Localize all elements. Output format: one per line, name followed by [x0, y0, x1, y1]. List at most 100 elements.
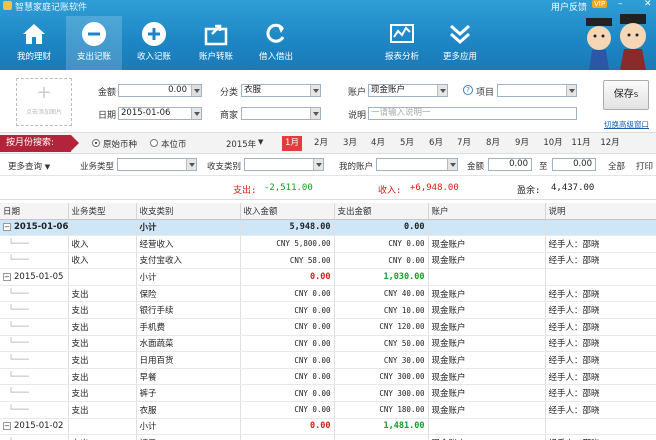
- help-icon[interactable]: ?: [463, 85, 473, 95]
- print-button[interactable]: 打印: [636, 160, 653, 172]
- calculator-icon[interactable]: [191, 85, 201, 96]
- merchant-dropdown-icon[interactable]: [310, 108, 320, 119]
- report-icon: [390, 24, 414, 43]
- date-group-row[interactable]: −2015-01-06 小计 5,948.00 0.00: [0, 219, 656, 237]
- save-button[interactable]: 保存S: [603, 80, 649, 110]
- toolbar-home-button[interactable]: 我的理财: [6, 16, 62, 70]
- date-cell: └───: [0, 434, 69, 440]
- collapse-icon[interactable]: −: [3, 422, 11, 431]
- table-row[interactable]: └─── 支出 手机费 CNY 0.00 CNY 120.00 现金账户 经手人：邵晓: [0, 318, 656, 336]
- note-cell: 经手人：邵晓: [545, 351, 656, 369]
- toolbar-transfer-button[interactable]: 账户转账: [188, 16, 244, 70]
- add-photo-box[interactable]: + 点击添加图片: [16, 78, 72, 126]
- base-currency-radio[interactable]: [150, 139, 158, 147]
- year-selector[interactable]: 2015年: [226, 138, 256, 150]
- column-header[interactable]: 说明: [545, 203, 656, 220]
- biz-type-dropdown-icon[interactable]: [186, 159, 196, 170]
- month-tab[interactable]: 6月: [426, 136, 446, 151]
- type-cell: [68, 418, 137, 436]
- date-input[interactable]: 2015-01-06: [118, 107, 202, 120]
- group-date: 2015-01-06: [14, 222, 68, 233]
- collapse-icon[interactable]: −: [3, 223, 11, 232]
- toolbar-income-button[interactable]: 收入记账: [126, 16, 182, 70]
- account-dropdown-icon[interactable]: [437, 85, 447, 96]
- switch-advanced-window-link[interactable]: 切换高级窗口: [604, 119, 649, 130]
- title-bar: 智慧家庭记账软件 用户反馈 VIP – ✕: [0, 0, 656, 13]
- biz-type-select[interactable]: [117, 158, 197, 171]
- table-row[interactable]: └───支出裤子CNY 0.00CNY 484.00现金账户经手人：邵晓: [0, 434, 656, 440]
- note-cell: 经手人：邵晓: [545, 434, 656, 440]
- table-row[interactable]: └─── 支出 早餐 CNY 0.00 CNY 300.00 现金账户 经手人：邵晓: [0, 368, 656, 386]
- month-tab[interactable]: 11月: [569, 136, 593, 151]
- month-tab[interactable]: 3月: [340, 136, 360, 151]
- month-tab[interactable]: 10月: [541, 136, 565, 151]
- month-tab[interactable]: 7月: [454, 136, 474, 151]
- my-account-select[interactable]: [376, 158, 458, 171]
- column-header[interactable]: 日期: [0, 203, 69, 220]
- all-button[interactable]: 全部: [608, 160, 625, 172]
- column-header[interactable]: 账户: [428, 203, 546, 220]
- toolbar-income-label: 收入记账: [136, 52, 171, 62]
- month-tab[interactable]: 1月: [282, 136, 302, 151]
- category-cell: 支付宝收入: [136, 252, 241, 270]
- column-header[interactable]: 收入金额: [240, 203, 335, 220]
- month-tab[interactable]: 5月: [397, 136, 417, 151]
- table-row[interactable]: └─── 支出 银行手续 CNY 0.00 CNY 10.00 现金账户 经手人：邵晓: [0, 301, 656, 320]
- column-header[interactable]: 业务类型: [68, 203, 137, 220]
- month-tab[interactable]: 9月: [512, 136, 532, 151]
- table-row[interactable]: └─── 支出 保险 CNY 0.00 CNY 40.00 现金账户 经手人：邵晓: [0, 285, 656, 303]
- table-row[interactable]: └─── 支出 裤子 CNY 0.00 CNY 300.00 现金账户 经手人：邵晓: [0, 384, 656, 403]
- project-select[interactable]: [497, 84, 577, 97]
- category-filter-dropdown-icon[interactable]: [313, 159, 323, 170]
- column-header[interactable]: 支出金额: [334, 203, 429, 220]
- more-query-button[interactable]: 更多查询 ▼: [8, 160, 50, 172]
- to-label: 至: [539, 162, 548, 172]
- plus-icon: +: [36, 82, 52, 103]
- column-header[interactable]: 收支类别: [136, 203, 241, 220]
- expense-cell: CNY 0.00: [334, 235, 429, 253]
- date-cell: −2015-01-02: [0, 418, 69, 436]
- month-tab[interactable]: 12月: [598, 136, 622, 151]
- date-cell: └───: [0, 335, 69, 353]
- category-select[interactable]: 衣服: [241, 84, 321, 97]
- toolbar-report-button[interactable]: 报表分析: [374, 16, 430, 70]
- toolbar-loan-button[interactable]: 借入借出: [248, 16, 304, 70]
- category-filter-select[interactable]: [244, 158, 324, 171]
- table-row[interactable]: └─── 收入 经营收入 CNY 5,800.00 CNY 0.00 现金账户 经手人：邵晓: [0, 235, 656, 253]
- account-select[interactable]: 现金账户: [368, 84, 448, 97]
- expense-total-label: 支出:: [233, 186, 257, 196]
- my-account-dropdown-icon[interactable]: [447, 159, 457, 170]
- project-dropdown-icon[interactable]: [566, 85, 576, 96]
- table-row[interactable]: └─── 支出 水面蔬菜 CNY 0.00 CNY 50.00 现金账户 经手人：邵晓: [0, 335, 656, 353]
- toolbar-expense-button[interactable]: 支出记账: [66, 16, 122, 70]
- table-row[interactable]: └─── 支出 衣服 CNY 0.00 CNY 180.00 现金账户 经手人：邵晓: [0, 401, 656, 419]
- amount-to-input[interactable]: 0.00: [552, 158, 596, 171]
- month-tab[interactable]: 2月: [311, 136, 331, 151]
- year-dropdown-icon[interactable]: ▼: [258, 138, 263, 146]
- toolbar: 智慧家庭记账软件 用户反馈 VIP – ✕ 我的理财 支出记账 收入记账 账户转…: [0, 0, 656, 70]
- tree-connector: └───: [3, 305, 29, 316]
- category-label: 分类: [220, 88, 239, 98]
- income-cell: CNY 0.00: [240, 434, 335, 440]
- table-row[interactable]: └─── 收入 支付宝收入 CNY 58.00 CNY 0.00 现金账户 经手人：邵晓: [0, 252, 656, 270]
- toolbar-more-button[interactable]: 更多应用: [432, 16, 488, 70]
- date-group-row[interactable]: −2015-01-02 小计 0.00 1,481.00: [0, 418, 656, 436]
- original-currency-radio[interactable]: [92, 139, 100, 147]
- income-cell: CNY 0.00: [240, 384, 335, 403]
- category-dropdown-icon[interactable]: [310, 85, 320, 96]
- table-row[interactable]: └─── 支出 日用百货 CNY 0.00 CNY 30.00 现金账户 经手人：邵晓: [0, 351, 656, 369]
- month-tab[interactable]: 8月: [483, 136, 503, 151]
- toolbar-report-label: 报表分析: [384, 52, 419, 62]
- date-dropdown-icon[interactable]: [191, 108, 201, 119]
- collapse-icon[interactable]: −: [3, 273, 11, 282]
- amount-input[interactable]: 0.00: [118, 84, 202, 97]
- plus-circle-icon: [142, 22, 166, 46]
- month-tab[interactable]: 4月: [368, 136, 388, 151]
- note-input[interactable]: 一请输入说明一: [368, 107, 577, 120]
- date-group-row[interactable]: −2015-01-05 小计 0.00 1,030.00: [0, 268, 656, 286]
- merchant-select[interactable]: [241, 107, 321, 120]
- amount-from-input[interactable]: 0.00: [488, 158, 532, 171]
- type-cell: 支出: [68, 285, 137, 303]
- add-photo-label: 点击添加图片: [25, 109, 62, 116]
- type-cell: 支出: [68, 368, 137, 386]
